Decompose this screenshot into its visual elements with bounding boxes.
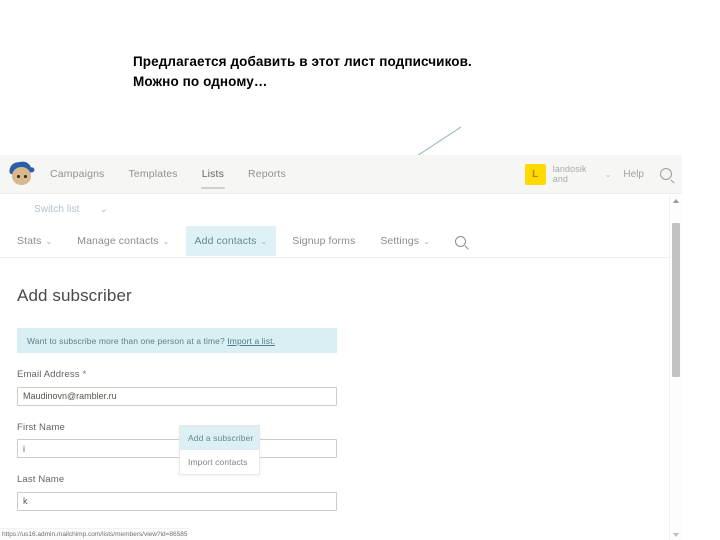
switch-list-row: Switch list ⌄ bbox=[0, 194, 682, 225]
import-a-list-link[interactable]: Import a list. bbox=[227, 336, 275, 346]
subnav-item-stats[interactable]: Stats ⌄ bbox=[17, 235, 52, 247]
search-icon[interactable] bbox=[454, 235, 466, 247]
add-contacts-dropdown-menu: Add a subscriber Import contacts bbox=[179, 425, 260, 475]
caption-line-2: Можно по одному… bbox=[133, 74, 268, 89]
account-name-line-2: and bbox=[552, 174, 569, 184]
primary-nav: Campaigns Templates Lists Reports bbox=[49, 155, 309, 194]
field-email-address: Email Address * bbox=[17, 369, 665, 406]
chevron-down-icon[interactable]: ⌄ bbox=[605, 170, 612, 179]
chevron-down-icon: ⌄ bbox=[45, 237, 53, 246]
chevron-down-icon: ⌄ bbox=[99, 204, 108, 215]
header-right-group: L landosik and ⌄ Help bbox=[524, 155, 672, 194]
chevron-down-icon: ⌄ bbox=[423, 237, 430, 246]
list-subnav: Stats ⌄ Manage contacts ⌄ Add contacts ⌄ Si… bbox=[0, 225, 682, 258]
nav-item-campaigns[interactable]: Campaigns bbox=[49, 157, 105, 191]
nav-item-templates[interactable]: Templates bbox=[127, 157, 178, 191]
notice-message: Want to subscribe more than one person a… bbox=[27, 335, 228, 346]
subnav-label: Manage contacts bbox=[77, 235, 159, 247]
slide-canvas: Предлагается добавить в этот лист подпис… bbox=[0, 0, 720, 540]
subnav-item-signup-forms[interactable]: Signup forms bbox=[292, 235, 355, 247]
subnav-item-settings[interactable]: Settings ⌄ bbox=[380, 235, 430, 247]
browser-status-bar: https://us16.admin.mailchimp.com/lists/m… bbox=[0, 528, 188, 540]
subnav-label: Settings bbox=[380, 235, 420, 247]
help-link[interactable]: Help bbox=[623, 169, 644, 180]
mailchimp-freddie-logo-icon[interactable] bbox=[8, 160, 35, 187]
subnav-item-manage-contacts[interactable]: Manage contacts ⌄ bbox=[77, 235, 169, 247]
mailchimp-screenshot: Campaigns Templates Lists Reports L land… bbox=[0, 155, 682, 540]
required-marker: * bbox=[82, 369, 87, 380]
nav-item-lists[interactable]: Lists bbox=[200, 157, 226, 191]
first-name-input[interactable] bbox=[17, 439, 337, 458]
nav-item-reports[interactable]: Reports bbox=[247, 157, 287, 191]
scrollbar-thumb[interactable] bbox=[672, 223, 680, 377]
switch-list-button[interactable]: Switch list ⌄ bbox=[17, 204, 108, 215]
menu-item-import-contacts[interactable]: Import contacts bbox=[180, 450, 259, 474]
app-header: Campaigns Templates Lists Reports L land… bbox=[0, 155, 682, 194]
scroll-up-arrow-icon[interactable] bbox=[670, 195, 682, 206]
label-text: Last Name bbox=[17, 474, 65, 485]
switch-list-label: Switch list bbox=[34, 204, 80, 215]
label-email-address: Email Address * bbox=[17, 369, 665, 380]
notice-text: Want to subscribe more than one person a… bbox=[27, 336, 275, 346]
email-address-input[interactable] bbox=[17, 386, 337, 406]
page-body: Add subscriber Want to subscribe more th… bbox=[0, 286, 682, 511]
account-name[interactable]: landosik and bbox=[553, 164, 599, 185]
search-icon[interactable] bbox=[660, 168, 672, 180]
subnav-label: Add contacts bbox=[194, 235, 257, 247]
avatar[interactable]: L bbox=[524, 163, 546, 185]
label-text: Email Address bbox=[17, 369, 80, 380]
chevron-down-icon: ⌄ bbox=[260, 237, 268, 246]
last-name-input[interactable] bbox=[17, 491, 337, 511]
menu-item-add-a-subscriber[interactable]: Add a subscriber bbox=[180, 426, 259, 450]
chevron-down-icon: ⌄ bbox=[162, 237, 170, 246]
label-first-name: First Name bbox=[17, 422, 665, 433]
label-last-name: Last Name bbox=[17, 474, 665, 485]
slide-caption: Предлагается добавить в этот лист подпис… bbox=[133, 52, 653, 92]
field-first-name: First Name bbox=[17, 422, 665, 458]
field-last-name: Last Name bbox=[17, 474, 665, 511]
page-title: Add subscriber bbox=[17, 286, 132, 305]
caption-line-1: Предлагается добавить в этот лист подпис… bbox=[133, 54, 472, 69]
status-bar-url: https://us16.admin.mailchimp.com/lists/m… bbox=[2, 531, 188, 538]
subnav-item-add-contacts[interactable]: Add contacts ⌄ bbox=[185, 226, 277, 256]
vertical-scrollbar[interactable] bbox=[669, 195, 682, 540]
import-notice-banner: Want to subscribe more than one person a… bbox=[17, 328, 337, 353]
label-text: First Name bbox=[17, 421, 65, 433]
subnav-label: Stats bbox=[17, 235, 42, 247]
account-name-line-1: landosik bbox=[552, 163, 587, 174]
scroll-down-arrow-icon[interactable] bbox=[670, 529, 682, 540]
subnav-label: Signup forms bbox=[292, 235, 356, 247]
